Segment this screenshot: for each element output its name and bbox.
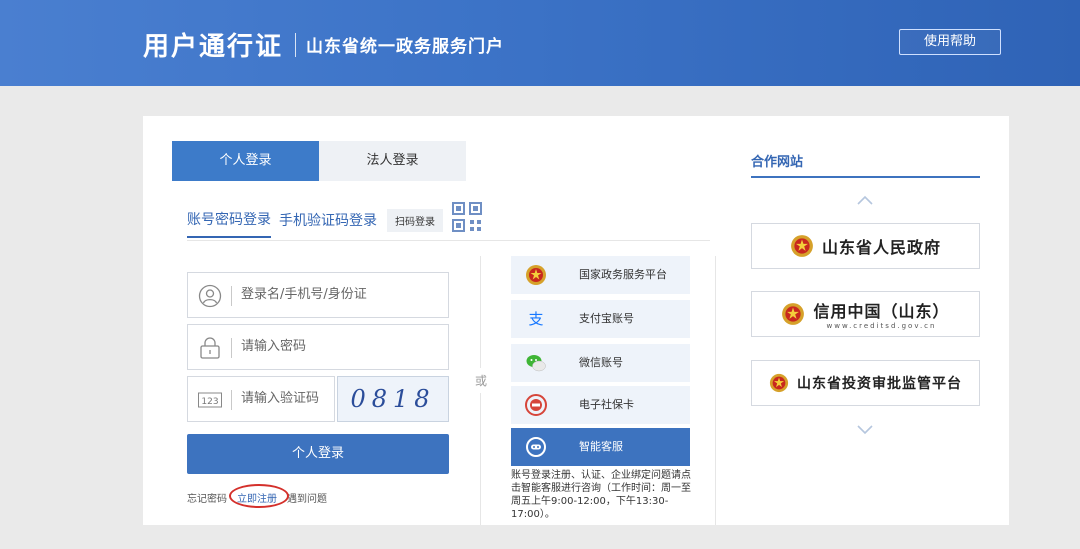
provider-social-security-card[interactable]: 电子社保卡 [511, 386, 690, 424]
captcha-image[interactable]: 0818 [337, 376, 449, 422]
field-separator [231, 286, 232, 306]
field-separator [231, 338, 232, 358]
national-emblem-icon [782, 303, 805, 325]
social-security-card-icon [525, 394, 547, 416]
lock-icon [200, 337, 220, 359]
partner-domain: www.creditsd.gov.cn [826, 322, 937, 330]
brand: 用户通行证 山东省统一政务服务门户 [143, 26, 504, 63]
password-field[interactable]: 请输入密码 [187, 324, 449, 370]
provider-national-platform[interactable]: 国家政务服务平台 [511, 256, 690, 294]
brand-separator [295, 32, 297, 57]
partner-credit-china-shandong[interactable]: 信用中国（山东） www.creditsd.gov.cn [751, 291, 980, 337]
username-input[interactable]: 登录名/手机号/身份证 [241, 273, 367, 317]
auxiliary-links: 忘记密码 立即注册 遇到问题 [187, 484, 331, 508]
provider-label: 智能客服 [579, 440, 623, 453]
or-label: 或 [473, 368, 490, 393]
wechat-icon [526, 355, 546, 372]
provider-alipay[interactable]: 支 支付宝账号 [511, 300, 690, 338]
provider-wechat[interactable]: 微信账号 [511, 344, 690, 382]
partner-name: 山东省投资审批监管平台 [797, 376, 962, 392]
subtab-scan-login[interactable]: 扫码登录 [387, 209, 443, 232]
service-note: 账号登录注册、认证、企业绑定问题请点击智能客服进行咨询（工作时间：周一至周五上午… [511, 470, 691, 520]
captcha-input[interactable]: 请输入验证码 [241, 377, 319, 421]
code-icon: 123 [198, 392, 222, 408]
partner-name: 信用中国（山东） [813, 302, 950, 321]
tab-corporate-login[interactable]: 法人登录 [319, 141, 466, 181]
svg-text:123: 123 [201, 397, 218, 407]
provider-label: 国家政务服务平台 [579, 268, 667, 281]
partner-name: 山东省人民政府 [821, 238, 941, 257]
provider-label: 支付宝账号 [579, 312, 634, 325]
alipay-icon: 支 [528, 310, 543, 328]
help-button[interactable]: 使用帮助 [899, 29, 1001, 55]
provider-label: 微信账号 [579, 356, 623, 369]
problem-link[interactable]: 遇到问题 [287, 490, 327, 505]
register-link[interactable]: 立即注册 [229, 484, 289, 508]
brand-subtitle: 山东省统一政务服务门户 [306, 37, 505, 57]
smart-service-icon [526, 437, 546, 457]
subtab-divider [187, 240, 710, 241]
national-emblem-icon [526, 265, 546, 285]
captcha-field[interactable]: 123 请输入验证码 [187, 376, 335, 422]
brand-title: 用户通行证 [143, 32, 284, 62]
personal-login-button[interactable]: 个人登录 [187, 434, 449, 474]
partner-title-underline [751, 176, 980, 178]
provider-smart-service[interactable]: 智能客服 [511, 428, 690, 466]
svg-text:支: 支 [528, 310, 543, 328]
login-card: 个人登录 法人登录 账号密码登录 手机验证码登录 扫码登录 登录名/手机号/身份… [143, 116, 1009, 525]
provider-label: 电子社保卡 [579, 398, 634, 411]
national-emblem-icon [791, 235, 813, 257]
partner-shandong-government[interactable]: 山东省人民政府 [751, 223, 980, 269]
forgot-password-link[interactable]: 忘记密码 [187, 490, 227, 505]
partner-text-group: 信用中国（山东） www.creditsd.gov.cn [813, 298, 949, 330]
username-field[interactable]: 登录名/手机号/身份证 [187, 272, 449, 318]
column-divider [715, 256, 716, 525]
tab-personal-login[interactable]: 个人登录 [172, 141, 319, 181]
field-separator [231, 390, 232, 410]
partner-sites-title: 合作网站 [751, 155, 804, 170]
qr-code-icon[interactable] [452, 202, 482, 232]
password-input[interactable]: 请输入密码 [241, 325, 306, 369]
subtab-sms-login[interactable]: 手机验证码登录 [279, 210, 377, 237]
national-emblem-icon [769, 373, 789, 393]
partner-investment-approval-platform[interactable]: 山东省投资审批监管平台 [751, 360, 980, 406]
top-header: 用户通行证 山东省统一政务服务门户 使用帮助 [0, 0, 1080, 86]
chevron-down-icon[interactable] [855, 422, 875, 436]
subtab-password-login[interactable]: 账号密码登录 [187, 209, 271, 238]
login-method-tabs: 账号密码登录 手机验证码登录 扫码登录 [187, 209, 443, 238]
user-icon [198, 284, 222, 308]
chevron-up-icon[interactable] [855, 193, 875, 207]
